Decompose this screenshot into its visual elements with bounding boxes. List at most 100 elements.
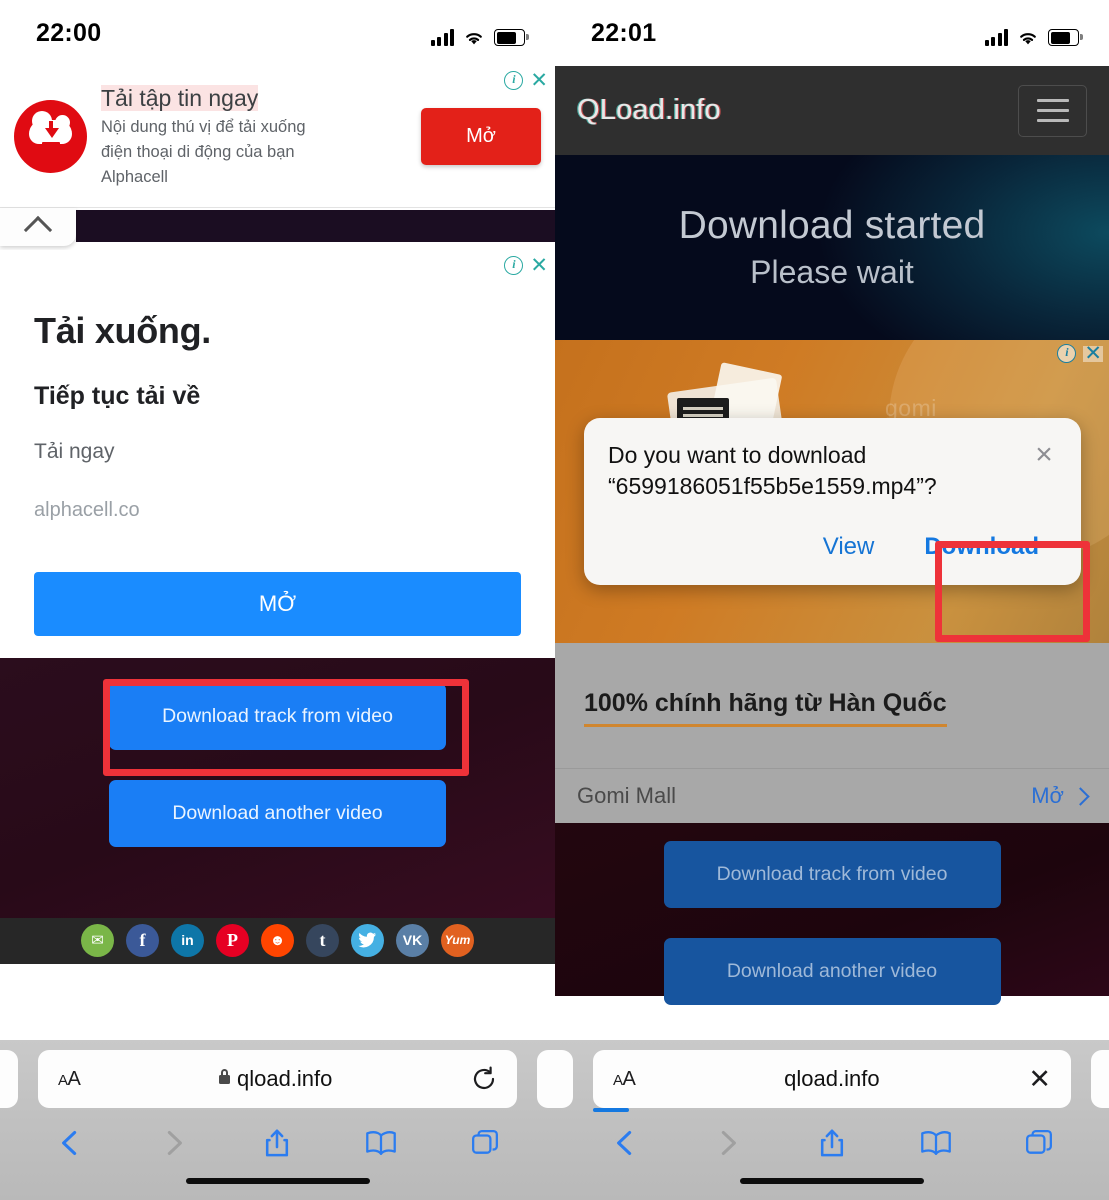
twitter-share-icon[interactable] — [351, 923, 384, 957]
hamburger-menu-icon[interactable] — [1018, 84, 1087, 137]
card-cta-button[interactable]: MỞ — [34, 572, 521, 636]
download-another-button[interactable]: Download another video — [109, 780, 446, 847]
forward-chevron-icon — [704, 1123, 752, 1163]
page-load-progress-bar — [593, 1108, 629, 1112]
gray-ad-headline: 100% chính hãng từ Hàn Quốc — [584, 689, 947, 727]
chevron-right-icon — [1071, 786, 1090, 806]
left-url-row: AA qload.info — [0, 1050, 555, 1112]
close-icon[interactable]: ✕ — [1083, 343, 1103, 364]
book-icon[interactable] — [912, 1123, 960, 1163]
book-icon[interactable] — [357, 1123, 405, 1163]
tabs-icon[interactable] — [461, 1123, 509, 1163]
card-subheading: Tiếp tục tải về — [34, 382, 201, 410]
back-chevron-icon[interactable] — [46, 1123, 94, 1163]
card-heading: Tải xuống. — [34, 310, 212, 351]
top-ad-banner[interactable]: i ✕ Tải tập tin ngay Nội dung thú vị để … — [0, 66, 555, 208]
download-track-button[interactable]: Download track from video — [109, 683, 446, 750]
right-url-row: AA qload.info ✕ — [555, 1050, 1109, 1112]
dialog-question-line-1: Do you want to download — [608, 442, 867, 468]
close-icon[interactable]: ✕ — [530, 255, 548, 276]
vk-share-icon[interactable]: VK — [396, 923, 429, 957]
tumblr-share-icon[interactable]: t — [306, 923, 339, 957]
reddit-share-icon[interactable]: ☻ — [261, 923, 294, 957]
right-adjacent-tab-peek[interactable] — [1091, 1050, 1109, 1108]
left-phone-panel: 22:00 i ✕ Tải tập tin ngay Nội dung thú … — [0, 0, 555, 1200]
ad-text-block: Tải tập tin ngay Nội dung thú vị để tải … — [101, 84, 407, 188]
tabs-icon[interactable] — [1015, 1123, 1063, 1163]
download-another-button[interactable]: Download another video — [663, 938, 1001, 1005]
view-button[interactable]: View — [807, 525, 891, 569]
status-time: 22:01 — [591, 19, 657, 47]
home-indicator — [185, 1178, 370, 1184]
battery-icon — [1048, 29, 1083, 46]
reload-icon[interactable] — [471, 1066, 497, 1092]
info-icon[interactable]: i — [1057, 344, 1077, 363]
right-phone-panel: 22:01 QLoad.info Download started Please… — [555, 0, 1109, 1200]
card-ad-badges: i ✕ — [504, 255, 548, 276]
right-adjacent-tab-peek[interactable] — [537, 1050, 555, 1108]
back-chevron-icon[interactable] — [601, 1123, 649, 1163]
right-url-text: qload.info — [784, 1066, 880, 1091]
status-indicators — [984, 20, 1083, 46]
email-share-icon[interactable]: ✉ — [81, 923, 114, 957]
close-icon[interactable]: × — [1029, 440, 1059, 472]
wifi-icon — [463, 29, 485, 46]
page-top-sliver — [76, 210, 555, 242]
ad-headline: Tải tập tin ngay — [101, 85, 259, 112]
left-address-bar[interactable]: AA qload.info — [38, 1050, 517, 1108]
home-indicator — [740, 1178, 924, 1184]
download-status-title: Download started — [678, 204, 986, 247]
left-site-body: Download track from video Download anoth… — [0, 658, 555, 964]
ad-collapse-strip — [0, 208, 555, 250]
text-size-button[interactable]: AA — [613, 1068, 636, 1091]
info-icon[interactable]: i — [504, 256, 524, 275]
stop-loading-icon[interactable]: ✕ — [1028, 1065, 1051, 1092]
share-icon[interactable] — [253, 1123, 301, 1163]
ad-description-line-1: Nội dung thú vị để tải xuống — [101, 117, 306, 136]
left-status-bar: 22:00 — [0, 0, 555, 66]
share-icon[interactable] — [808, 1123, 856, 1163]
chevron-up-icon — [23, 215, 53, 245]
right-address-bar[interactable]: AA qload.info ✕ — [593, 1050, 1071, 1108]
ad-advertiser-name: Alphacell — [101, 167, 168, 186]
card-url: alphacell.co — [34, 499, 140, 521]
left-nav-row — [0, 1112, 555, 1174]
right-status-bar: 22:01 — [555, 0, 1109, 66]
cellular-signal-icon — [984, 29, 1008, 46]
dialog-actions: View Download — [608, 525, 1057, 569]
wifi-icon — [1017, 29, 1039, 46]
interstitial-ad-card: i ✕ Tải xuống. Tiếp tục tải về Tải ngay … — [0, 250, 555, 658]
pinterest-share-icon[interactable]: P — [216, 923, 249, 957]
cellular-signal-icon — [430, 29, 454, 46]
forward-chevron-icon — [150, 1123, 198, 1163]
linkedin-share-icon[interactable]: in — [171, 923, 204, 957]
ad-description-line-2: điện thoại di động của bạn — [101, 142, 295, 161]
download-confirm-dialog: × Do you want to download “6599186051f55… — [584, 418, 1081, 586]
site-brand-logo[interactable]: QLoad.info — [577, 94, 721, 127]
info-icon[interactable]: i — [504, 71, 524, 90]
right-nav-row — [555, 1112, 1109, 1174]
text-size-button[interactable]: AA — [58, 1068, 81, 1091]
dialog-question-line-2: “6599186051f55b5e1559.mp4”? — [608, 472, 937, 499]
close-icon[interactable]: ✕ — [530, 70, 548, 91]
ad-open-button[interactable]: Mở — [421, 108, 541, 165]
facebook-share-icon[interactable]: f — [126, 923, 159, 957]
download-button[interactable]: Download — [906, 525, 1057, 569]
right-url-text-group: qload.info — [635, 1066, 1028, 1092]
gray-ad-brand: Gomi Mall — [577, 783, 677, 808]
gray-ad-open-button[interactable]: Mở — [1031, 783, 1090, 809]
gray-ad-banner[interactable]: 100% chính hãng từ Hàn Quốc Gomi Mall Mở — [555, 643, 1109, 823]
site-header: QLoad.info — [555, 66, 1109, 155]
yummly-share-icon[interactable]: Yum — [441, 923, 474, 957]
orange-ad-banner[interactable]: gomi i ✕ × Do you want to download “6599… — [555, 340, 1109, 643]
download-track-button[interactable]: Download track from video — [663, 841, 1001, 908]
left-adjacent-tab-peek[interactable] — [0, 1050, 18, 1108]
right-site-body: Download track from video Download anoth… — [555, 823, 1109, 1005]
download-status-subtitle: Please wait — [750, 254, 914, 290]
status-indicators — [430, 20, 529, 46]
battery-icon — [494, 29, 529, 46]
ad-badges: i ✕ — [1057, 343, 1103, 364]
gray-ad-footer: Gomi Mall Mở — [555, 768, 1109, 823]
left-adjacent-tab-peek[interactable] — [555, 1050, 573, 1108]
ad-collapse-button[interactable] — [0, 208, 76, 246]
